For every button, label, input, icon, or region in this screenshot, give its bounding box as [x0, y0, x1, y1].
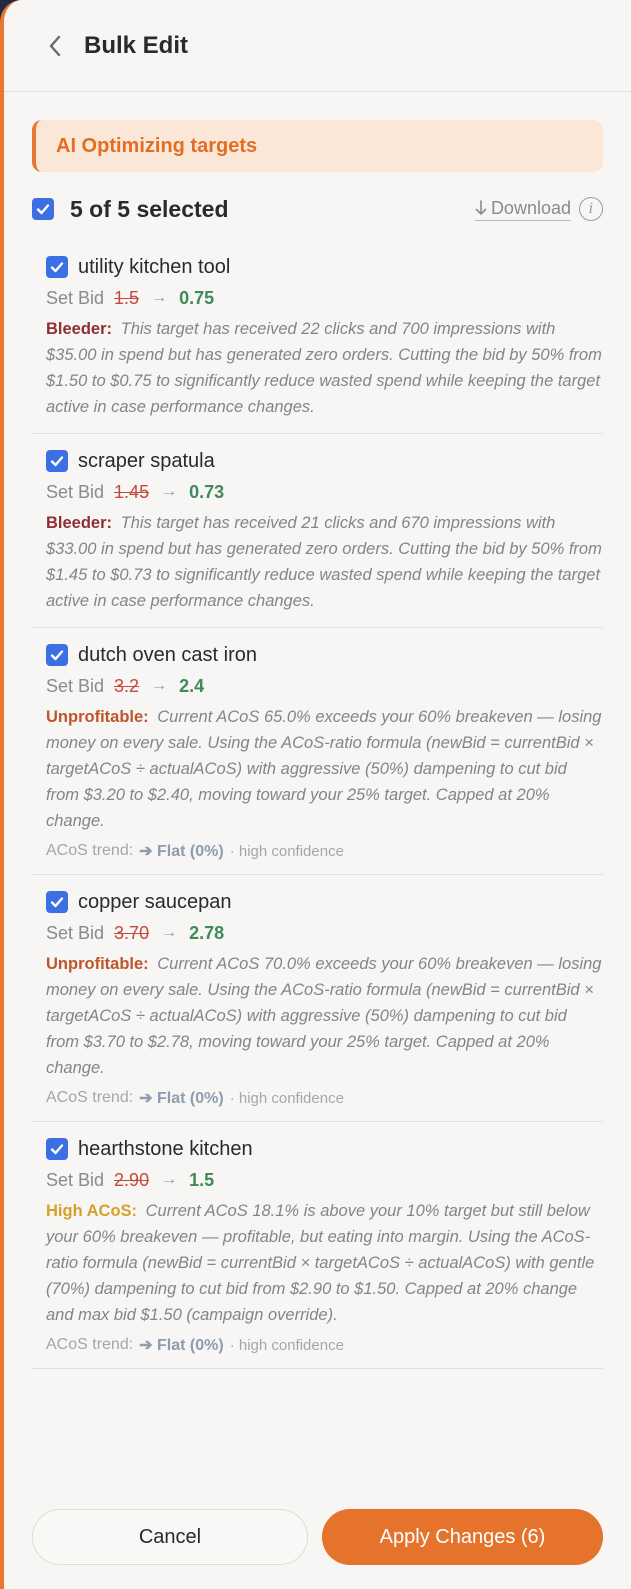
- ai-optimizing-banner: AI Optimizing targets: [32, 120, 603, 172]
- bid-row: Set Bid 1.5 → 0.75: [46, 282, 603, 314]
- arrow-right-icon: →: [161, 924, 178, 941]
- trend-label: ACoS trend:: [46, 1336, 134, 1353]
- reason-text: Current ACoS 70.0% exceeds your 60% brea…: [46, 955, 602, 1077]
- old-bid: 1.5: [114, 287, 140, 308]
- target-item-header: dutch oven cast iron: [46, 640, 603, 670]
- info-icon[interactable]: i: [579, 197, 603, 221]
- bid-row: Set Bid 3.2 → 2.4: [46, 670, 603, 702]
- target-item-header: hearthstone kitchen: [46, 1134, 603, 1164]
- action-footer: Cancel Apply Changes (6): [32, 1509, 603, 1565]
- bid-label: Set Bid: [46, 922, 105, 943]
- checkmark-icon: [50, 650, 64, 661]
- acos-trend: ACoS trend: ➔ Flat (0%) · high confidenc…: [46, 1088, 603, 1108]
- target-item-header: scraper spatula: [46, 446, 603, 476]
- target-item: utility kitchen tool Set Bid 1.5 → 0.75 …: [32, 240, 603, 434]
- target-name: utility kitchen tool: [78, 255, 231, 278]
- trend-value: ➔ Flat (0%): [139, 1090, 224, 1107]
- trend-label: ACoS trend:: [46, 842, 134, 859]
- old-bid: 2.90: [114, 1169, 150, 1190]
- old-bid: 3.2: [114, 675, 140, 696]
- target-checkbox[interactable]: [46, 450, 68, 472]
- reason-text: This target has received 22 clicks and 7…: [46, 320, 602, 416]
- checkmark-icon: [50, 897, 64, 908]
- checkmark-icon: [36, 204, 50, 215]
- bid-label: Set Bid: [46, 675, 105, 696]
- checkmark-icon: [50, 456, 64, 467]
- target-description: Unprofitable: Current ACoS 65.0% exceeds…: [46, 704, 603, 834]
- reason-text: Current ACoS 65.0% exceeds your 60% brea…: [46, 708, 602, 830]
- trend-confidence: · high confidence: [229, 1089, 344, 1107]
- target-name: hearthstone kitchen: [78, 1137, 253, 1160]
- new-bid: 2.78: [189, 922, 225, 943]
- target-description: Bleeder: This target has received 21 cli…: [46, 510, 603, 614]
- selection-row: 5 of 5 selected Download i: [32, 192, 603, 226]
- target-name: copper saucepan: [78, 890, 232, 913]
- panel-content: AI Optimizing targets 5 of 5 selected Do…: [4, 92, 631, 1589]
- target-item-header: utility kitchen tool: [46, 252, 603, 282]
- reason-text: This target has received 21 clicks and 6…: [46, 514, 602, 610]
- trend-value: ➔ Flat (0%): [139, 1337, 224, 1354]
- checkmark-icon: [50, 262, 64, 273]
- page-title: Bulk Edit: [84, 31, 189, 59]
- new-bid: 0.73: [189, 481, 225, 502]
- reason-text: Current ACoS 18.1% is above your 10% tar…: [46, 1202, 595, 1324]
- target-item: scraper spatula Set Bid 1.45 → 0.73 Blee…: [32, 434, 603, 628]
- panel-header: Bulk Edit: [4, 0, 631, 92]
- apply-changes-button[interactable]: Apply Changes (6): [322, 1509, 603, 1565]
- arrow-right-icon: →: [151, 289, 168, 306]
- bid-row: Set Bid 1.45 → 0.73: [46, 476, 603, 508]
- bid-row: Set Bid 3.70 → 2.78: [46, 917, 603, 949]
- target-description: High ACoS: Current ACoS 18.1% is above y…: [46, 1198, 603, 1328]
- chevron-left-icon: [49, 35, 61, 56]
- new-bid: 0.75: [179, 287, 215, 308]
- target-name: dutch oven cast iron: [78, 643, 257, 666]
- download-text: Download: [490, 197, 571, 218]
- trend-label: ACoS trend:: [46, 1089, 134, 1106]
- target-name: scraper spatula: [78, 449, 215, 472]
- bid-label: Set Bid: [46, 287, 105, 308]
- target-checkbox[interactable]: [46, 1138, 68, 1160]
- cancel-button[interactable]: Cancel: [32, 1509, 308, 1565]
- reason-tag: Unprofitable:: [46, 955, 149, 973]
- target-checkbox[interactable]: [46, 644, 68, 666]
- target-checkbox[interactable]: [46, 256, 68, 278]
- trend-confidence: · high confidence: [229, 1336, 344, 1354]
- trend-value: ➔ Flat (0%): [139, 843, 224, 860]
- bulk-edit-panel: Bulk Edit AI Optimizing targets 5 of 5 s…: [0, 0, 631, 1589]
- select-all-checkbox[interactable]: [32, 198, 54, 220]
- target-item: dutch oven cast iron Set Bid 3.2 → 2.4 U…: [32, 628, 603, 875]
- trend-confidence: · high confidence: [229, 842, 344, 860]
- target-description: Unprofitable: Current ACoS 70.0% exceeds…: [46, 951, 603, 1081]
- new-bid: 2.4: [179, 675, 205, 696]
- old-bid: 1.45: [114, 481, 150, 502]
- target-item: hearthstone kitchen Set Bid 2.90 → 1.5 H…: [32, 1122, 603, 1369]
- download-link[interactable]: Download i: [474, 197, 603, 221]
- reason-tag: Bleeder:: [46, 320, 113, 338]
- old-bid: 3.70: [114, 922, 150, 943]
- acos-trend: ACoS trend: ➔ Flat (0%) · high confidenc…: [46, 841, 603, 861]
- reason-tag: High ACoS:: [46, 1202, 138, 1220]
- reason-tag: Bleeder:: [46, 514, 113, 532]
- acos-trend: ACoS trend: ➔ Flat (0%) · high confidenc…: [46, 1335, 603, 1355]
- download-label: Download: [474, 197, 571, 221]
- target-checkbox[interactable]: [46, 891, 68, 913]
- arrow-right-icon: →: [151, 677, 168, 694]
- bid-label: Set Bid: [46, 1169, 105, 1190]
- target-list: utility kitchen tool Set Bid 1.5 → 0.75 …: [32, 240, 603, 1369]
- arrow-right-icon: →: [161, 483, 178, 500]
- checkmark-icon: [50, 1144, 64, 1155]
- target-item: copper saucepan Set Bid 3.70 → 2.78 Unpr…: [32, 875, 603, 1122]
- target-description: Bleeder: This target has received 22 cli…: [46, 316, 603, 420]
- target-item-header: copper saucepan: [46, 887, 603, 917]
- bid-row: Set Bid 2.90 → 1.5: [46, 1164, 603, 1196]
- new-bid: 1.5: [189, 1169, 215, 1190]
- bid-label: Set Bid: [46, 481, 105, 502]
- arrow-right-icon: →: [161, 1171, 178, 1188]
- arrow-down-icon: [475, 199, 487, 215]
- selection-count: 5 of 5 selected: [70, 195, 229, 222]
- reason-tag: Unprofitable:: [46, 708, 149, 726]
- back-button[interactable]: [40, 31, 70, 61]
